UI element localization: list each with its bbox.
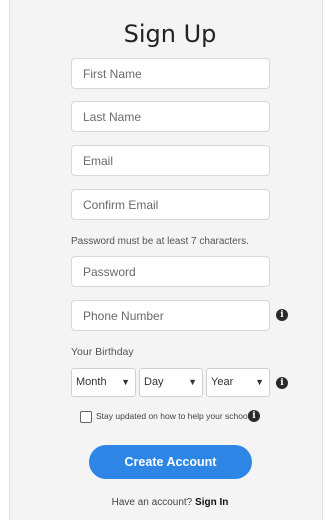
chevron-down-icon: ▼ xyxy=(188,377,197,387)
footer: Have an account? Sign In xyxy=(0,497,326,508)
last-name-field[interactable] xyxy=(71,101,270,132)
phone-number-field[interactable] xyxy=(71,300,270,331)
month-select[interactable]: Month ▼ xyxy=(71,368,136,397)
password-field[interactable] xyxy=(71,256,270,287)
year-select-value: Year xyxy=(211,376,234,388)
sign-in-link[interactable]: Sign In xyxy=(195,497,228,508)
newsletter-label: Stay updated on how to help your school xyxy=(96,411,250,421)
newsletter-info-icon[interactable]: i xyxy=(248,410,260,422)
confirm-email-field[interactable] xyxy=(71,189,270,220)
chevron-down-icon: ▼ xyxy=(255,377,264,387)
page-title: Sign Up xyxy=(123,20,217,48)
birthday-label: Your Birthday xyxy=(71,346,134,358)
month-select-value: Month xyxy=(76,376,107,388)
birthday-info-icon[interactable]: i xyxy=(276,377,288,389)
footer-prompt: Have an account? xyxy=(111,497,193,508)
email-field[interactable] xyxy=(71,145,270,176)
day-select-value: Day xyxy=(144,376,164,388)
newsletter-checkbox[interactable] xyxy=(80,411,92,423)
first-name-field[interactable] xyxy=(71,58,270,89)
year-select[interactable]: Year ▼ xyxy=(206,368,270,397)
day-select[interactable]: Day ▼ xyxy=(139,368,203,397)
phone-info-icon[interactable]: i xyxy=(276,309,288,321)
chevron-down-icon: ▼ xyxy=(121,377,130,387)
password-hint: Password must be at least 7 characters. xyxy=(71,236,249,247)
create-account-button[interactable]: Create Account xyxy=(89,445,252,479)
